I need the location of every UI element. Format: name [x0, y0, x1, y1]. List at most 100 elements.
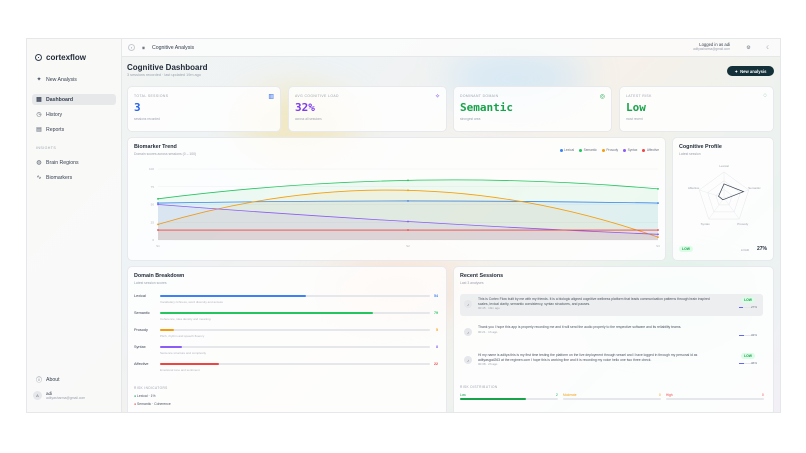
stat-value: Low	[626, 101, 646, 114]
sidebar-item-label: About	[46, 376, 60, 383]
session-item[interactable]: ♪ Hi my name is aditya this is my first t…	[460, 350, 763, 372]
stat-card-total-sessions: Total Sessions 3 sessions recorded ▥	[127, 86, 281, 132]
sparkle-icon: ✦	[36, 77, 42, 83]
sidebar-item-about[interactable]: ⓘ About	[32, 374, 116, 385]
page-title: Cognitive Analysis	[152, 44, 195, 51]
recent-sessions-card: Recent Sessions Last 3 analyses ♪ This is…	[453, 266, 774, 412]
domain-value: 79	[434, 311, 438, 315]
risk-dist-label: Low	[460, 393, 466, 397]
data-point	[157, 229, 159, 231]
stat-sub: sessions recorded	[134, 117, 160, 121]
globe-icon: ◍	[36, 160, 42, 166]
document-icon: ▤	[36, 127, 42, 133]
risk-dist-track	[563, 398, 661, 400]
stat-value: 32%	[295, 101, 315, 114]
trend-chart: 100 75 50 25 0S1 S2 S3	[149, 167, 660, 248]
data-point	[407, 189, 409, 192]
load-value: 27%	[756, 246, 767, 252]
series-area	[158, 230, 658, 240]
stat-sub: most recent	[626, 117, 643, 121]
sparkle-icon: ✧	[434, 94, 440, 100]
clock-icon: ◷	[36, 112, 42, 118]
sidebar-item-brain-regions[interactable]: ◍ Brain Regions	[32, 157, 116, 168]
cognitive-profile-card: Cognitive Profile Latest session Lexical…	[672, 137, 774, 261]
new-analysis-button[interactable]: ✦ New Analysis	[32, 74, 116, 85]
y-tick-label: 0	[152, 238, 154, 242]
new-analysis-cta-button[interactable]: ✦ New analysis	[727, 66, 774, 76]
risk-dist-value: 2	[556, 393, 558, 397]
grid-icon: ▦	[36, 97, 42, 103]
sidebar-item-label: Biomarkers	[46, 174, 73, 181]
domain-value: 54	[434, 294, 438, 298]
risk-indicator: ● Lexical · 1%	[134, 394, 156, 398]
session-meta: 00:38 · 2h ago	[478, 362, 498, 367]
session-load-fill	[739, 307, 743, 308]
session-transcript: Hi my name is aditya this is my first ti…	[478, 353, 698, 362]
sidebar-item-label: Dashboard	[46, 96, 74, 103]
risk-dist-value: 0	[659, 393, 661, 397]
dashboard-subtitle: 3 sessions recorded · last updated 19m a…	[127, 73, 201, 77]
stat-label: Latest Risk	[626, 94, 652, 98]
domain-bar-fill	[160, 329, 174, 331]
stat-card-dominant-domain: Dominant Domain Semantic strongest area …	[453, 86, 612, 132]
domain-note: Sentence structure and complexity	[160, 351, 207, 355]
risk-indicator-text: Lexical · 1%	[137, 394, 156, 398]
session-load-fill	[739, 335, 744, 336]
sidebar-item-dashboard[interactable]: ▦ Dashboard	[32, 94, 116, 105]
domain-bar-track	[160, 295, 430, 297]
domain-subtitle: Latest session scores	[134, 281, 167, 285]
data-point	[657, 229, 659, 231]
login-status: Logged in as adi adityasharma@gmail.com	[693, 42, 730, 51]
sidebar-item-reports[interactable]: ▤ Reports	[32, 124, 116, 135]
stat-card-latest-risk: Latest Risk Low most recent ◌	[619, 86, 774, 132]
data-point	[157, 203, 159, 206]
data-point	[407, 179, 409, 182]
radar-axis-label: Syntax	[701, 222, 711, 226]
session-transcript: This is Cortex Flow built by me with my …	[478, 297, 710, 306]
session-item[interactable]: ♪ This is Cortex Flow built by me with my…	[460, 294, 763, 316]
sidebar-item-label: Brain Regions	[46, 159, 79, 166]
radar-axis-label: Semantic	[748, 186, 761, 190]
user-profile[interactable]: A adi adityasharma@gmail.com	[33, 391, 85, 400]
microphone-icon: ♪	[464, 300, 472, 308]
sessions-subtitle: Last 3 analyses	[460, 281, 484, 285]
risk-indicator: ● Semantic · Coherence	[134, 402, 171, 406]
domain-note: Emotional tone and sentiment	[160, 368, 200, 372]
data-point	[657, 187, 659, 190]
collapse-sidebar-icon[interactable]: ‹	[128, 44, 135, 51]
insights-section-label: Insights	[36, 146, 57, 150]
logged-in-email: adityasharma@gmail.com	[693, 47, 730, 51]
profile-risk-badge: LOW	[679, 246, 693, 252]
load-label: LOAD	[740, 248, 749, 252]
radar-axis-label: Affective	[688, 186, 700, 190]
sidebar-item-history[interactable]: ◷ History	[32, 109, 116, 120]
session-risk-badge: LOW	[741, 297, 755, 303]
logo-icon	[35, 54, 42, 61]
domain-bar-track	[160, 346, 430, 348]
domain-name: Lexical	[134, 294, 146, 298]
sidebar: cortexflow ✦ New Analysis ▦ Dashboard ◷ …	[27, 39, 122, 412]
session-load-pct: 27%	[750, 305, 757, 309]
radar-axis-label: Lexical	[719, 164, 729, 168]
domain-bar-track	[160, 363, 430, 365]
domain-bar-fill	[160, 346, 182, 348]
moon-icon[interactable]: ☾	[765, 44, 772, 51]
data-point	[407, 229, 409, 231]
chart-icon: ▥	[268, 94, 274, 100]
domain-bar-fill	[160, 295, 306, 297]
avatar: A	[33, 391, 42, 400]
risk-dist-value: 0	[762, 393, 764, 397]
x-tick-label: S1	[156, 244, 160, 248]
session-item[interactable]: ♪ Thank you I hope this app is properly r…	[460, 322, 763, 344]
page-icon: ◉	[141, 45, 146, 50]
session-load-pct: 36%	[750, 361, 757, 365]
domain-name: Syntax	[134, 345, 146, 349]
settings-icon[interactable]: ⚙	[745, 44, 752, 51]
sparkle-icon: ✦	[734, 68, 739, 74]
y-tick-label: 50	[151, 203, 155, 207]
sidebar-item-biomarkers[interactable]: ∿ Biomarkers	[32, 172, 116, 183]
brand[interactable]: cortexflow	[35, 53, 86, 62]
domain-value: 22	[434, 362, 438, 366]
sidebar-item-label: History	[46, 111, 63, 118]
domain-title: Domain Breakdown	[134, 273, 185, 279]
